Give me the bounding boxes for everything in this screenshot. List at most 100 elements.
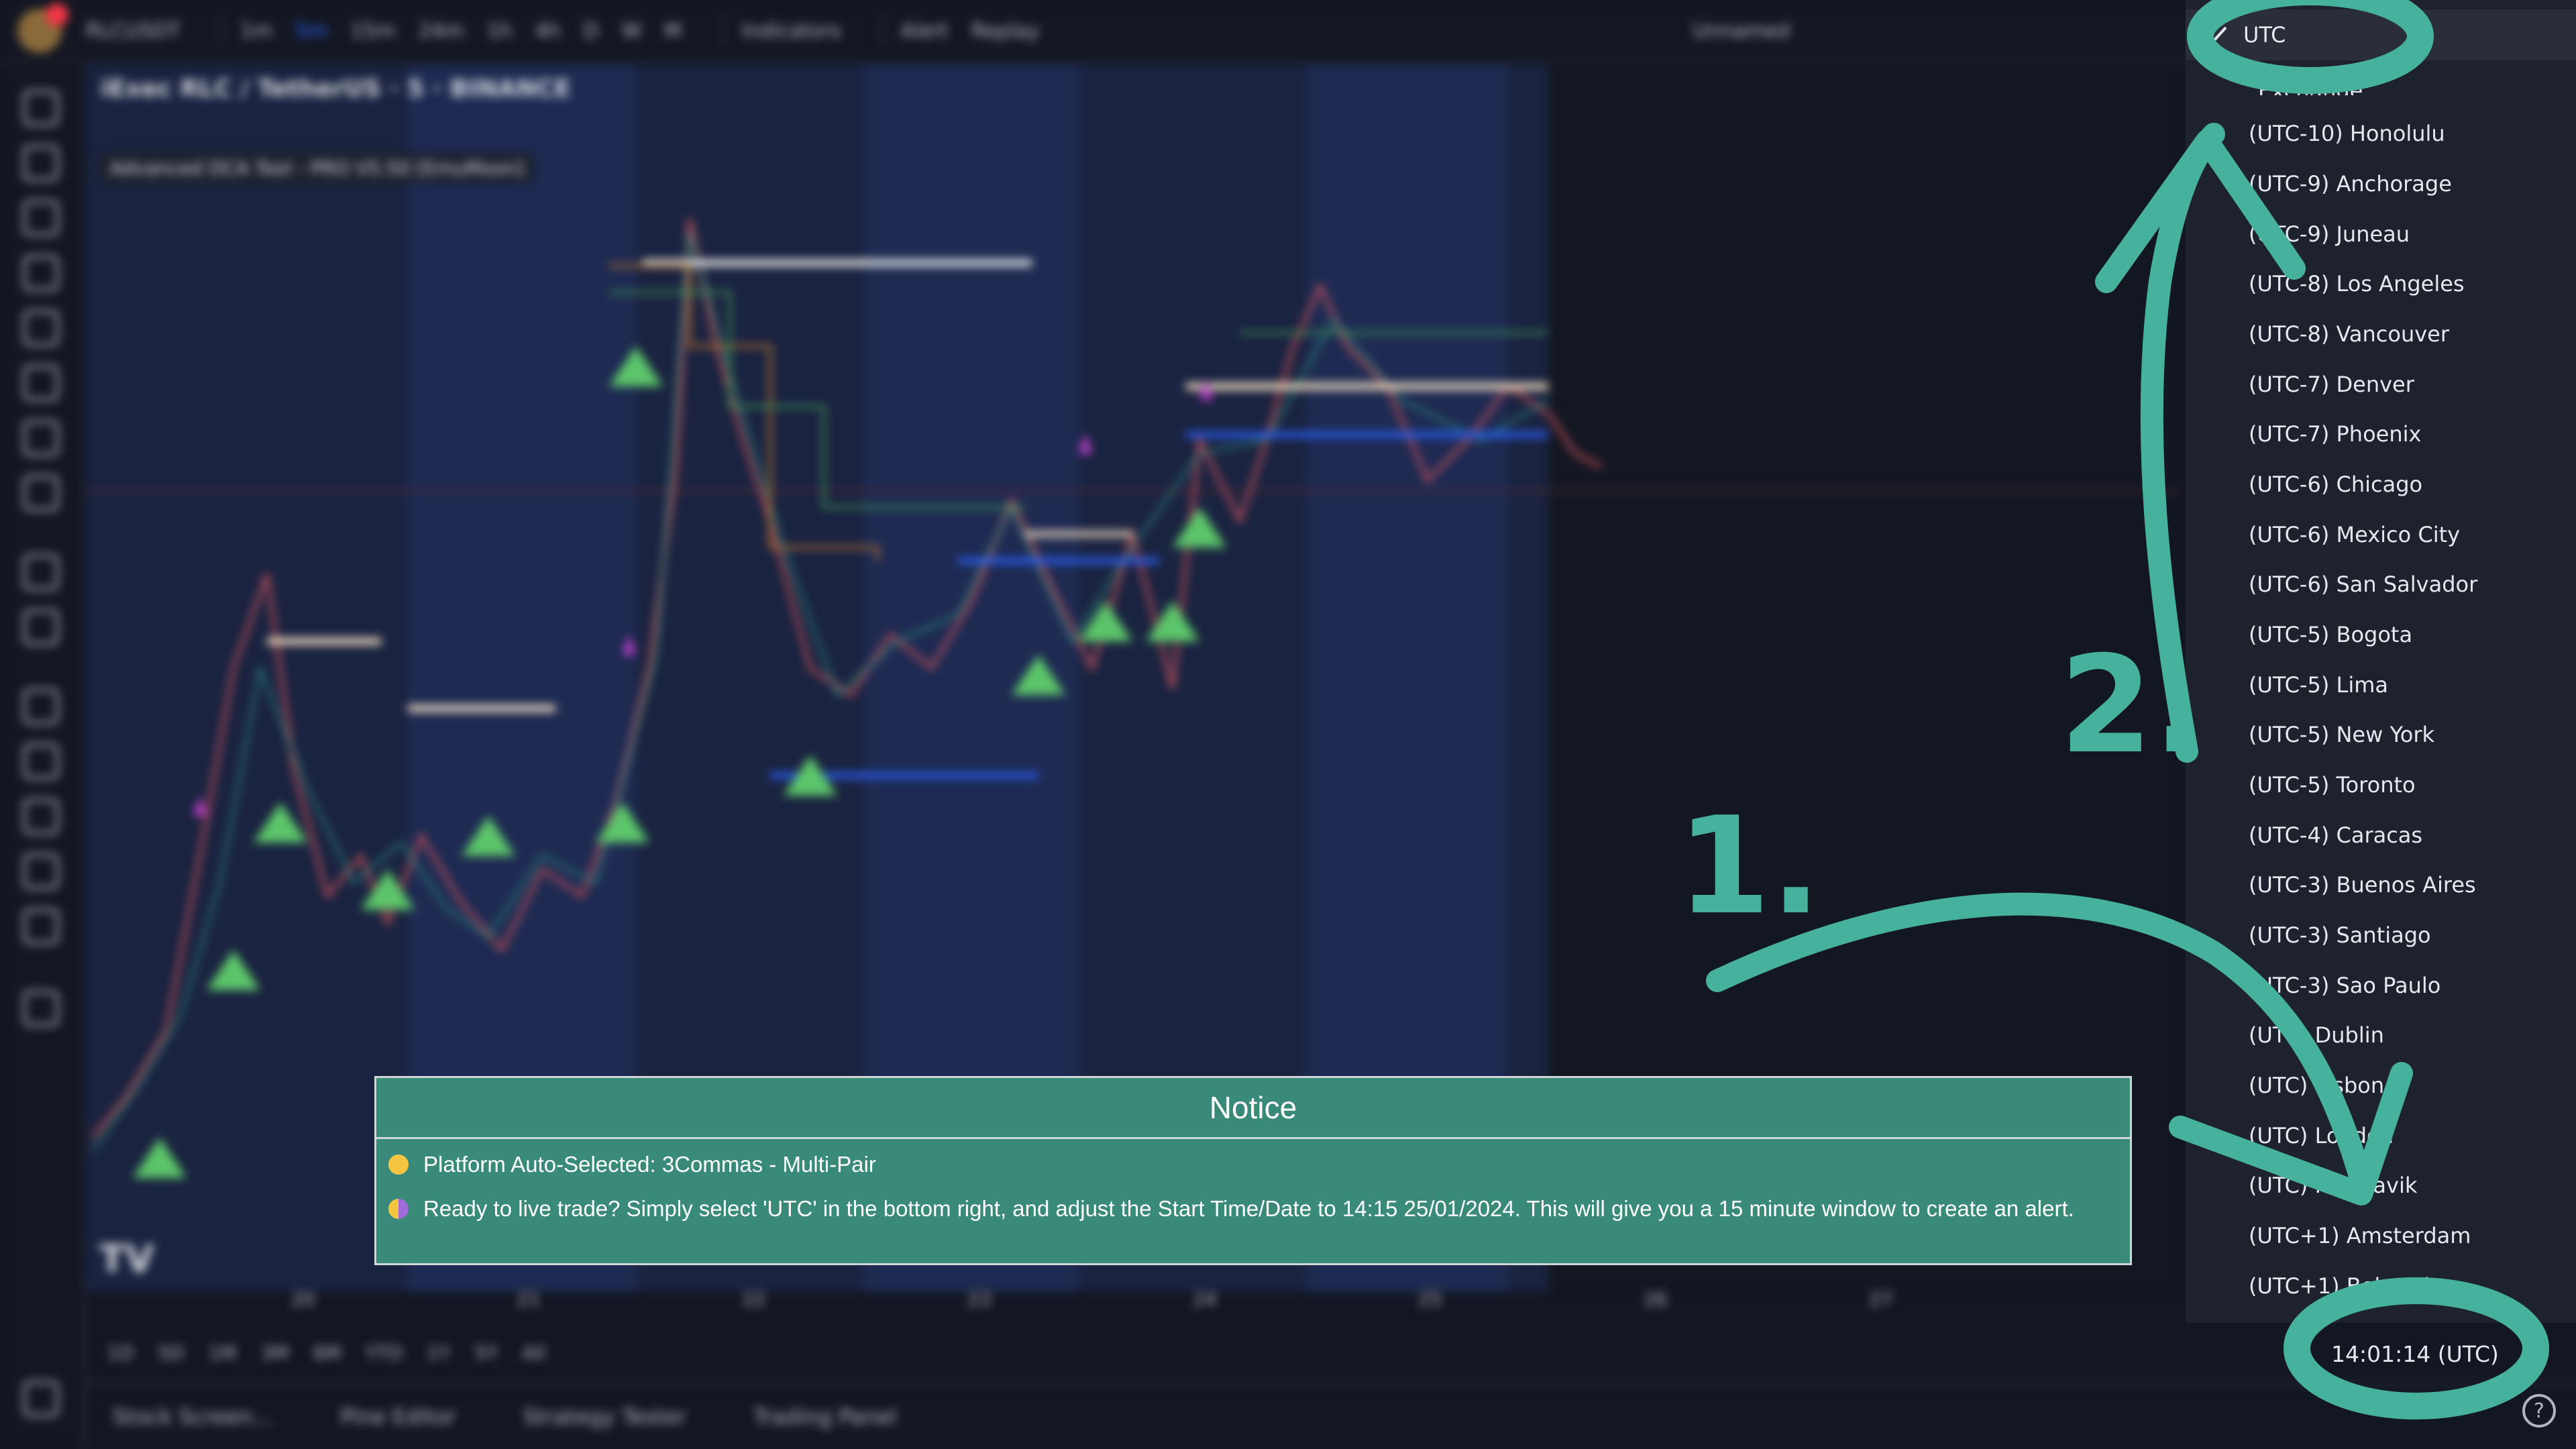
checkmark-icon	[2204, 26, 2227, 44]
tab-strategy-tester[interactable]: Strategy Tester	[523, 1404, 686, 1430]
timezone-option[interactable]: (UTC-10) Honolulu	[2249, 121, 2445, 146]
timezone-option[interactable]: (UTC-8) Los Angeles	[2249, 271, 2465, 297]
timezone-option[interactable]: (UTC-5) Toronto	[2249, 772, 2416, 798]
interval-1h[interactable]: 1h	[486, 19, 512, 43]
svg-text:TV: TV	[99, 1238, 154, 1281]
tab-pine-editor[interactable]: Pine Editor	[340, 1404, 455, 1430]
interval-d[interactable]: D	[584, 19, 599, 43]
bottom-panel-tabs: Stock Screen... Pine Editor Strategy Tes…	[86, 1382, 2576, 1449]
fib-icon[interactable]	[23, 200, 59, 236]
range-1y[interactable]: 1Y	[427, 1342, 450, 1364]
tab-stock-screener[interactable]: Stock Screen...	[113, 1404, 273, 1430]
avatar[interactable]	[17, 3, 68, 53]
hide-icon[interactable]	[23, 853, 59, 890]
timezone-option[interactable]: (UTC-7) Phoenix	[2249, 421, 2421, 447]
timezone-option[interactable]: (UTC-3) Santiago	[2249, 922, 2431, 948]
drawing-toolbar	[0, 64, 86, 1449]
ruler-icon[interactable]	[23, 554, 59, 590]
date-label: 26	[1644, 1288, 1668, 1310]
range-1d[interactable]: 1D	[107, 1342, 133, 1364]
tab-trading-panel[interactable]: Trading Panel	[753, 1404, 897, 1430]
timezone-option[interactable]: (UTC-4) Caracas	[2249, 822, 2422, 848]
yellow-dot-icon	[388, 1155, 409, 1175]
trendline-icon[interactable]	[23, 145, 59, 181]
timezone-menu: UTC Exchange (UTC-10) Honolulu (UTC-9) A…	[2186, 0, 2576, 1323]
lock-icon[interactable]	[23, 798, 59, 835]
divider	[881, 14, 883, 48]
help-icon[interactable]: ?	[2522, 1394, 2556, 1428]
notice-text: Platform Auto-Selected: 3Commas - Multi-…	[423, 1152, 876, 1177]
timezone-clock-button[interactable]: 14:01:14 (UTC)	[2328, 1334, 2502, 1374]
interval-1m[interactable]: 1m	[240, 19, 272, 43]
divider	[722, 14, 724, 48]
notice-line-platform: Platform Auto-Selected: 3Commas - Multi-…	[388, 1152, 876, 1177]
timezone-option[interactable]: (UTC-5) Lima	[2249, 672, 2388, 698]
alert-button[interactable]: Alert	[900, 19, 948, 43]
forecast-icon[interactable]	[23, 310, 59, 346]
time-axis: 20 21 22 23 24 25 26 27	[86, 1288, 2179, 1315]
timezone-option[interactable]: (UTC+1) Amsterdam	[2249, 1223, 2471, 1248]
symbol-search-button[interactable]: RLCUSDT	[86, 19, 180, 43]
date-label: 23	[967, 1288, 991, 1310]
timezone-selected-label: UTC	[2243, 22, 2286, 48]
zoom-icon[interactable]	[23, 609, 59, 645]
timezone-option[interactable]: (UTC) Reykjavik	[2249, 1173, 2417, 1198]
range-6m[interactable]: 6M	[313, 1342, 341, 1364]
timezone-option-exchange[interactable]: Exchange	[2251, 68, 2520, 95]
interval-24m[interactable]: 24m	[419, 19, 464, 43]
range-1m[interactable]: 1M	[209, 1342, 237, 1364]
notice-line-instructions: Ready to live trade? Simply select 'UTC'…	[388, 1196, 2074, 1222]
interval-4h[interactable]: 4h	[535, 19, 560, 43]
timezone-option[interactable]: (UTC-8) Vancouver	[2249, 321, 2449, 347]
timezone-option[interactable]: (UTC-3) Buenos Aires	[2249, 872, 2476, 898]
timezone-option[interactable]: (UTC-9) Anchorage	[2249, 171, 2452, 197]
date-label: 27	[1869, 1288, 1893, 1310]
range-buttons: 1D 5D 1M 3M 6M YTD 1Y 5Y All	[107, 1342, 545, 1364]
interval-m[interactable]: M	[664, 19, 682, 43]
stay-drawing-icon[interactable]	[23, 743, 59, 780]
notice-text: Ready to live trade? Simply select 'UTC'…	[423, 1196, 2074, 1221]
timezone-option[interactable]: (UTC-6) San Salvador	[2249, 572, 2477, 597]
range-all[interactable]: All	[522, 1342, 545, 1364]
timezone-option[interactable]: (UTC+1) Belgrade	[2249, 1273, 2443, 1299]
timezone-option[interactable]: (UTC-5) Bogota	[2249, 622, 2412, 647]
timezone-option[interactable]: (UTC) London	[2249, 1123, 2394, 1148]
timezone-option[interactable]: (UTC-7) Denver	[2249, 372, 2414, 397]
link-icon[interactable]	[23, 908, 59, 945]
notice-dialog: Notice Platform Auto-Selected: 3Commas -…	[374, 1076, 2132, 1265]
range-5y[interactable]: 5Y	[474, 1342, 498, 1364]
text-icon[interactable]	[23, 420, 59, 456]
interval-15m[interactable]: 15m	[351, 19, 396, 43]
timezone-option[interactable]: (UTC-5) New York	[2249, 722, 2434, 747]
magnet-icon[interactable]	[23, 688, 59, 724]
pattern-icon[interactable]	[23, 255, 59, 291]
range-ytd[interactable]: YTD	[366, 1342, 403, 1364]
timezone-option[interactable]: (UTC-9) Juneau	[2249, 221, 2410, 247]
timezone-option[interactable]: (UTC) Lisbon	[2249, 1073, 2384, 1098]
interval-w[interactable]: W	[622, 19, 642, 43]
replay-button[interactable]: Replay	[971, 19, 1039, 43]
layout-name[interactable]: Unnamed	[1693, 19, 1790, 43]
timezone-option[interactable]: (UTC-6) Mexico City	[2249, 522, 2460, 547]
half-moon-icon	[388, 1199, 409, 1219]
timezone-option[interactable]: (UTC-6) Chicago	[2249, 472, 2422, 497]
divider	[220, 14, 223, 48]
date-label: 25	[1418, 1288, 1442, 1310]
trash-icon[interactable]	[23, 990, 59, 1026]
symbol-title: iExec RLC / TetherUS · 5 · BINANCE	[101, 75, 571, 103]
notice-title: Notice	[376, 1078, 2130, 1139]
date-label: 24	[1193, 1288, 1217, 1310]
indicator-label[interactable]: Advanced DCA Tool - PRO V5.50 [EmuMoon]	[101, 153, 534, 183]
crosshair-icon[interactable]	[23, 90, 59, 126]
timezone-option[interactable]: (UTC) Dublin	[2249, 1022, 2384, 1048]
timezone-option-utc[interactable]: UTC	[2186, 9, 2576, 60]
indicators-button[interactable]: Indicators	[741, 19, 841, 43]
range-5d[interactable]: 5D	[158, 1342, 184, 1364]
range-3m[interactable]: 3M	[261, 1342, 289, 1364]
brush-icon[interactable]	[23, 365, 59, 401]
emoji-icon[interactable]	[23, 475, 59, 511]
timezone-option-label: Exchange	[2258, 78, 2363, 95]
star-icon[interactable]	[23, 1381, 59, 1417]
interval-5m[interactable]: 5m	[295, 19, 327, 43]
timezone-option[interactable]: (UTC-3) Sao Paulo	[2249, 973, 2440, 998]
